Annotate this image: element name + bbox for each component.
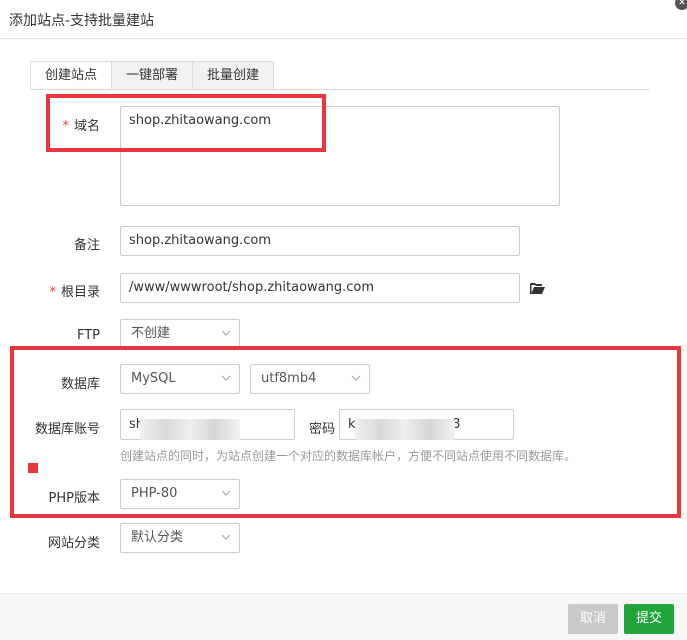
ftp-select[interactable]: 不创建 [120,319,240,349]
remark-input[interactable]: shop.zhitaowang.com [120,226,520,256]
site-category-value: 默认分类 [131,530,184,545]
ftp-select-value: 不创建 [131,326,171,341]
folder-open-icon[interactable] [530,282,545,295]
site-category-label: 网站分类 [47,536,100,551]
site-category-select[interactable]: 默认分类 [120,523,240,553]
remark-label: 备注 [73,238,100,253]
tab-one-click-deploy[interactable]: 一键部署 [112,61,194,90]
tab-divider [30,89,650,90]
submit-button[interactable]: 提交 [624,604,675,634]
close-icon[interactable]: ✕ [675,0,687,10]
cancel-button[interactable]: 取消 [568,604,619,634]
ftp-label: FTP [76,328,100,343]
tab-bar: 创建站点 一键部署 批量创建 [30,61,275,90]
root-dir-label: * 根目录 [49,285,100,300]
dialog-title-bar: 添加站点-支持批量建站 [0,0,687,39]
tab-create-site[interactable]: 创建站点 [30,61,113,90]
dialog-title: 添加站点-支持批量建站 [9,13,155,29]
root-dir-input[interactable]: /www/wwwroot/shop.zhitaowang.com [120,273,520,303]
tab-batch-create[interactable]: 批量创建 [193,61,275,90]
highlight-box-domain [46,94,326,152]
chevron-down-icon [221,330,231,336]
highlight-box-database [10,346,681,518]
chevron-down-icon [221,534,231,540]
